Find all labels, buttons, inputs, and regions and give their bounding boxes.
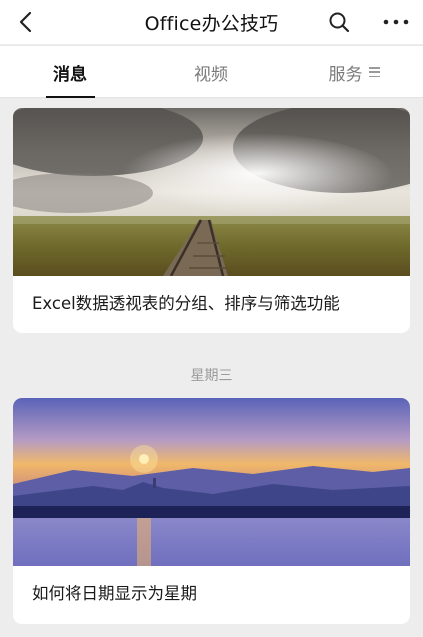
article-card[interactable]: 如何将日期显示为星期: [13, 398, 410, 624]
top-navigation-bar: Office办公技巧: [0, 0, 423, 44]
tab-bar: 消息 视频 服务: [0, 45, 423, 98]
article-cover-image-sunset: [13, 398, 410, 566]
menu-icon: [368, 67, 380, 77]
tab-services-label: 服务: [328, 64, 363, 85]
article-cover-image-railway: [13, 108, 410, 276]
back-button[interactable]: [12, 8, 40, 36]
active-tab-indicator: [46, 96, 95, 98]
search-icon: [329, 12, 350, 33]
page-title: Office办公技巧: [144, 12, 279, 35]
date-separator: 星期三: [190, 368, 233, 384]
article-title: Excel数据透视表的分组、排序与筛选功能: [32, 294, 340, 313]
tab-videos[interactable]: 视频: [171, 46, 251, 98]
more-options-button[interactable]: [381, 8, 411, 36]
tab-messages[interactable]: 消息: [30, 46, 110, 98]
article-list-screen: Office办公技巧 消息 视频 服务 Excel数据透视表的分组、排序与筛选功…: [0, 0, 423, 637]
article-title: 如何将日期显示为星期: [32, 584, 197, 603]
tab-services[interactable]: 服务: [312, 46, 396, 98]
article-card[interactable]: Excel数据透视表的分组、排序与筛选功能: [13, 108, 410, 333]
search-button[interactable]: [325, 8, 353, 36]
more-dots-icon: [383, 19, 409, 25]
chevron-left-icon: [19, 11, 32, 33]
